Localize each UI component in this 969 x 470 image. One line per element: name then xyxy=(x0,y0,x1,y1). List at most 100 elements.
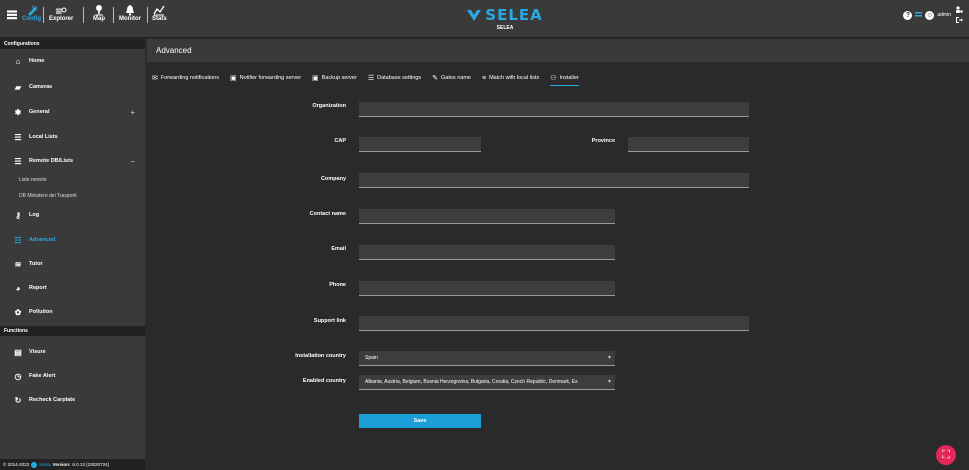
tab-gates-name[interactable]: ✎ Gates name xyxy=(432,70,471,86)
tab-installer[interactable]: ⚇ Installer xyxy=(550,70,579,86)
sidebar-item-label: Home xyxy=(29,58,45,64)
company-field[interactable] xyxy=(359,173,749,188)
cap-field[interactable] xyxy=(359,137,481,152)
tab-database-settings[interactable]: ☰ Database settings xyxy=(368,70,421,86)
pencil-icon: ✎ xyxy=(432,75,438,82)
tab-bar: ✉ Forwarding notifications ▣ Notifier fo… xyxy=(147,70,969,86)
sidebar-item-label: Local Lists xyxy=(29,134,58,140)
tab-match-local-lists[interactable]: ≡ Match with local lists xyxy=(482,70,539,86)
nav-monitor[interactable]: Monitor xyxy=(119,4,141,22)
users-gear-icon: ⚇ xyxy=(550,74,557,82)
tab-label: Gates name xyxy=(441,75,471,81)
sidebar-section-configurations: Configurations xyxy=(0,39,145,49)
copyright: © 2014-2023 xyxy=(3,462,30,467)
sliders-icon: ☷ xyxy=(14,235,22,245)
account-icon[interactable]: ☺ xyxy=(925,10,935,20)
logout-icon[interactable] xyxy=(955,16,963,24)
tab-forwarding-notifications[interactable]: ✉ Forwarding notifications xyxy=(152,70,219,86)
enabled-country-label: Enabled country xyxy=(302,378,346,384)
nav-stats-label: Stats xyxy=(152,16,167,22)
user-name[interactable]: admin xyxy=(937,12,951,18)
logo-text: SELEA xyxy=(485,6,543,24)
sidebar-item-remote-db[interactable]: ☰ Remote DB/Lists − xyxy=(0,153,145,169)
database-icon: ☰ xyxy=(367,75,375,82)
nav-config-label: Config xyxy=(22,16,41,22)
tab-backup-server[interactable]: ▣ Backup server xyxy=(312,70,357,86)
sidebar-item-cameras[interactable]: ▰ Cameras xyxy=(0,79,145,95)
divider xyxy=(113,7,114,23)
keyboard-icon[interactable] xyxy=(915,12,923,18)
page-title: Advanced xyxy=(147,39,969,62)
sidebar-item-advanced[interactable]: ☷ Advanced xyxy=(0,232,145,248)
phone-label: Phone xyxy=(329,282,346,288)
enabled-country-select[interactable]: Albania, Austria, Belgium, Bosnia Herzeg… xyxy=(359,375,615,390)
nav-stats[interactable]: Stats xyxy=(152,4,167,22)
sidebar-item-label: Remote DB/Lists xyxy=(29,158,74,164)
tab-notifier-forwarding-server[interactable]: ▣ Notifier forwarding server xyxy=(230,70,301,86)
fullscreen-fab-icon[interactable]: ⛶ xyxy=(936,445,956,465)
sidebar-item-label: Visure xyxy=(29,349,46,355)
top-right-controls: ? ☺ admin xyxy=(903,6,963,24)
contact-name-label: Contact name xyxy=(309,211,346,217)
installation-country-label: Installation country xyxy=(295,353,346,359)
logo-mark-icon xyxy=(467,9,482,21)
collapse-icon[interactable]: − xyxy=(130,157,135,166)
nav-config[interactable]: Config xyxy=(22,4,41,22)
backup-icon: ▣ xyxy=(312,75,319,82)
divider xyxy=(43,7,44,23)
sidebar-subitem-db-ministero[interactable]: DB Ministero dei Trasporti xyxy=(19,193,77,199)
document-icon: ▤ xyxy=(14,347,22,357)
nav-explorer[interactable]: ≡ Explorer xyxy=(49,4,73,22)
nav-explorer-label: Explorer xyxy=(49,16,74,22)
sidebar-item-label: Log xyxy=(29,212,40,218)
expand-icon[interactable]: + xyxy=(130,108,135,117)
save-button[interactable]: Save xyxy=(359,414,481,428)
installation-country-select[interactable]: Spain xyxy=(359,351,615,366)
nav-monitor-label: Monitor xyxy=(119,16,141,22)
list-check-icon: ≡ xyxy=(481,74,487,82)
sidebar-item-general[interactable]: ✱ General + xyxy=(0,104,145,120)
phone-field[interactable] xyxy=(359,281,615,296)
version-label: Version: xyxy=(52,462,71,467)
help-icon[interactable]: ? xyxy=(903,10,913,20)
tab-label: Backup server xyxy=(321,75,357,81)
sidebar-item-pollution[interactable]: ✿ Pollution xyxy=(0,304,145,320)
organization-field[interactable] xyxy=(359,102,749,117)
sidebar-item-label: Recheck Carplate xyxy=(29,397,76,403)
map-pin-icon xyxy=(95,5,103,16)
database-icon: ☰ xyxy=(14,156,22,166)
organization-label: Organization xyxy=(312,103,346,109)
wrench-icon xyxy=(27,5,37,16)
stats-icon xyxy=(153,5,165,16)
pollution-icon: ✿ xyxy=(14,307,22,317)
nav-map[interactable]: Map xyxy=(93,4,105,22)
email-field[interactable] xyxy=(359,245,615,260)
sidebar-item-recheck-carplate[interactable]: ↻ Recheck Carplate xyxy=(0,392,145,408)
company-label: Company xyxy=(320,176,346,182)
selea-small-logo-icon xyxy=(31,461,38,468)
support-link-label: Support link xyxy=(313,318,346,324)
sidebar-item-local-lists[interactable]: ☰ Local Lists xyxy=(0,129,145,145)
contact-name-field[interactable] xyxy=(359,209,615,224)
sidebar-footer: © 2014-2023 Selea Version: 6.0.13 (23020… xyxy=(0,459,145,470)
list-icon: ☰ xyxy=(14,132,22,142)
envelope-icon: ✉ xyxy=(152,75,158,82)
sidebar-item-label: General xyxy=(29,109,50,115)
sidebar-item-label: Report xyxy=(29,285,47,291)
province-field[interactable] xyxy=(628,137,749,152)
divider xyxy=(83,7,84,23)
users-icon[interactable] xyxy=(955,6,963,14)
sidebar-section-functions: Functions xyxy=(0,326,145,336)
sidebar-item-tutor[interactable]: ≋ Tutor xyxy=(0,256,145,272)
sidebar-item-visure[interactable]: ▤ Visure xyxy=(0,344,145,360)
sidebar-item-report[interactable]: ◕ Report xyxy=(0,280,145,296)
home-icon: ⌂ xyxy=(15,56,21,66)
sidebar-item-log[interactable]: ⚷ Log xyxy=(0,207,145,223)
hamburger-menu-icon[interactable] xyxy=(7,10,17,20)
support-link-field[interactable] xyxy=(359,316,749,331)
sidebar-subitem-liste-remote[interactable]: Liste remote xyxy=(19,177,47,183)
sidebar-item-home[interactable]: ⌂ Home xyxy=(0,53,145,69)
selea-logo: SELEA SELEA xyxy=(455,6,555,31)
installation-country-value: Spain xyxy=(365,355,378,361)
sidebar-item-fake-alert[interactable]: ◷ Fake Alert xyxy=(0,368,145,384)
